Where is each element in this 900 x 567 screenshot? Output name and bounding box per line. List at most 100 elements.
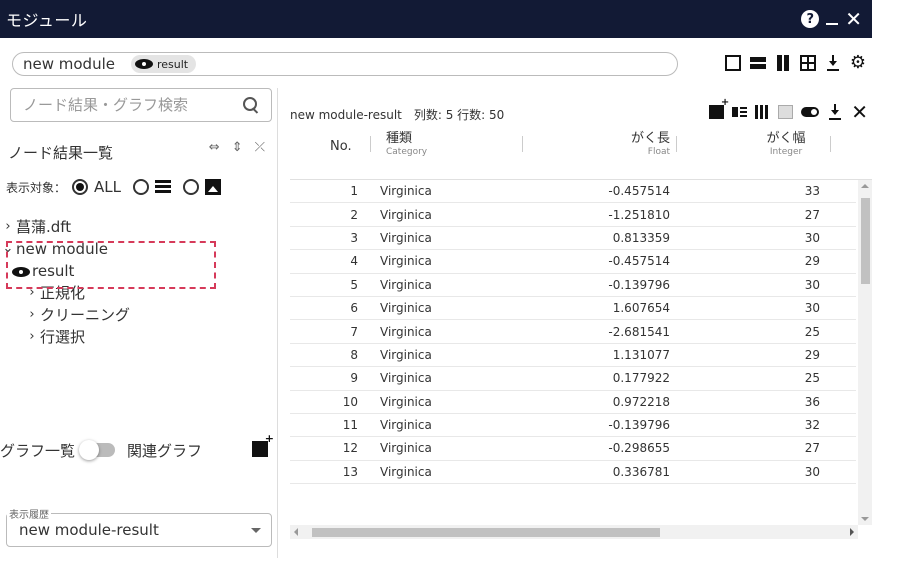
- cell-category: Virginica: [380, 324, 432, 339]
- table-row[interactable]: 5 Virginica -0.139796 30: [290, 274, 856, 297]
- chevron-right-icon[interactable]: ›: [0, 216, 16, 238]
- single-layout-icon[interactable]: [724, 55, 741, 71]
- cell-float: 0.336781: [612, 464, 670, 479]
- add-graph-icon[interactable]: [252, 432, 274, 457]
- download-icon[interactable]: [827, 104, 843, 120]
- table-row[interactable]: 2 Virginica -1.251810 27: [290, 203, 856, 227]
- table-row[interactable]: 3 Virginica 0.813359 30: [290, 227, 856, 251]
- column-header-no[interactable]: No.: [330, 140, 352, 153]
- cell-float: 0.972218: [612, 394, 670, 409]
- result-chip-label: result: [157, 57, 189, 71]
- cell-no: 11: [342, 418, 358, 433]
- cell-no: 1: [350, 184, 358, 199]
- horizontal-scrollbar[interactable]: [290, 525, 858, 539]
- display-filter: 表示対象： ALL: [6, 178, 221, 196]
- table-row[interactable]: 9 Virginica 0.177922 25: [290, 367, 856, 391]
- cell-category: Virginica: [380, 418, 432, 433]
- result-header: new module-result 列数: 5 行数: 50: [290, 108, 505, 122]
- close-icon[interactable]: ✕: [851, 102, 868, 122]
- vertical-split-icon[interactable]: [775, 55, 791, 71]
- chevron-right-icon[interactable]: ›: [24, 326, 40, 348]
- cell-float: -0.457514: [608, 184, 670, 199]
- cell-float: -0.457514: [608, 254, 670, 269]
- add-graph-icon[interactable]: [709, 97, 729, 119]
- cell-float: -1.251810: [608, 207, 670, 222]
- column-header-integer[interactable]: がく幅 Integer: [762, 132, 810, 159]
- cell-no: 13: [342, 464, 358, 479]
- table-row[interactable]: 1 Virginica -0.457514 33: [290, 180, 856, 204]
- vertical-scrollbar[interactable]: [858, 180, 872, 525]
- search-box: [10, 88, 272, 122]
- filter-all-label: ALL: [94, 178, 121, 196]
- cell-float: -0.298655: [608, 441, 670, 456]
- help-icon[interactable]: ?: [801, 10, 820, 28]
- table-row[interactable]: 4 Virginica -0.457514 29: [290, 250, 856, 274]
- expand-icon[interactable]: ⇕: [232, 140, 243, 155]
- cell-no: 4: [350, 254, 358, 269]
- result-chip[interactable]: result: [131, 55, 197, 73]
- column-header-category[interactable]: 種類 Category: [386, 132, 427, 159]
- cell-integer: 27: [804, 441, 820, 456]
- window-title: モジュール: [6, 11, 88, 30]
- search-icon[interactable]: [243, 97, 259, 113]
- window-controls: ? ✕: [801, 0, 862, 38]
- cell-category: Virginica: [380, 184, 432, 199]
- cell-category: Virginica: [380, 464, 432, 479]
- table-row[interactable]: 12 Virginica -0.298655 27: [290, 437, 856, 461]
- column-select-icon[interactable]: [755, 105, 770, 119]
- cell-integer: 29: [804, 347, 820, 362]
- gear-icon[interactable]: ⚙: [850, 54, 866, 72]
- cell-category: Virginica: [380, 277, 432, 292]
- cell-integer: 30: [804, 464, 820, 479]
- cell-float: 1.131077: [612, 347, 670, 362]
- tree-item-label: 行選択: [40, 328, 86, 346]
- module-bar: new module result ⚙: [0, 38, 872, 88]
- node-list-tools: ⇔ ⇕ ⤫: [209, 140, 265, 155]
- copy-icon[interactable]: [778, 105, 794, 119]
- caret-down-icon: [251, 528, 261, 533]
- cell-integer: 25: [804, 371, 820, 386]
- cell-float: -0.139796: [608, 418, 670, 433]
- cell-category: Virginica: [380, 207, 432, 222]
- minimize-icon[interactable]: [825, 12, 839, 26]
- download-icon[interactable]: [825, 55, 841, 71]
- cell-category: Virginica: [380, 371, 432, 386]
- grid-layout-icon[interactable]: [799, 55, 816, 71]
- table-row[interactable]: 6 Virginica 1.607654 30: [290, 297, 856, 321]
- table-row[interactable]: 7 Virginica -2.681541 25: [290, 320, 856, 344]
- link-icon[interactable]: ⇔: [209, 140, 220, 155]
- cell-integer: 29: [804, 254, 820, 269]
- cell-no: 12: [342, 441, 358, 456]
- cell-no: 5: [350, 277, 358, 292]
- tree-item[interactable]: › クリーニング: [0, 304, 278, 326]
- close-icon[interactable]: ✕: [845, 9, 862, 29]
- cell-no: 9: [350, 371, 358, 386]
- module-path[interactable]: new module result: [12, 52, 678, 76]
- filter-graph-radio[interactable]: [183, 179, 199, 195]
- toggle-icon[interactable]: [801, 107, 820, 117]
- cell-float: -0.139796: [608, 277, 670, 292]
- tree-item[interactable]: › 菖蒲.dft: [0, 216, 278, 238]
- filter-table-radio[interactable]: [133, 179, 149, 195]
- module-name: new module: [23, 55, 115, 73]
- cell-float: -2.681541: [608, 324, 670, 339]
- search-input[interactable]: [23, 96, 223, 114]
- collapse-icon[interactable]: ⤫: [255, 140, 265, 155]
- table-row[interactable]: 8 Virginica 1.131077 29: [290, 344, 856, 368]
- tree-item[interactable]: › 行選択: [0, 326, 278, 348]
- window-titlebar: モジュール ? ✕: [0, 0, 872, 38]
- table-row[interactable]: 13 Virginica 0.336781 30: [290, 461, 856, 485]
- result-table: No. 種類 Category がく長 Float がく幅 Integer 1 V…: [290, 128, 872, 539]
- history-select[interactable]: 表示履歴 new module-result: [6, 506, 272, 547]
- filter-label: 表示対象：: [6, 180, 67, 195]
- table-row[interactable]: 11 Virginica -0.139796 32: [290, 414, 856, 438]
- horizontal-split-icon[interactable]: [749, 55, 766, 71]
- graph-mode-toggle[interactable]: [79, 440, 116, 460]
- filter-list-icon[interactable]: [732, 105, 748, 119]
- column-header-float[interactable]: がく長 Float: [620, 132, 670, 159]
- table-row[interactable]: 10 Virginica 0.972218 36: [290, 391, 856, 414]
- chevron-right-icon[interactable]: ›: [24, 304, 40, 326]
- table-body: 1 Virginica -0.457514 33 2 Virginica -1.251810…: [290, 180, 856, 525]
- cell-integer: 30: [804, 301, 820, 316]
- filter-all-radio[interactable]: [72, 179, 89, 195]
